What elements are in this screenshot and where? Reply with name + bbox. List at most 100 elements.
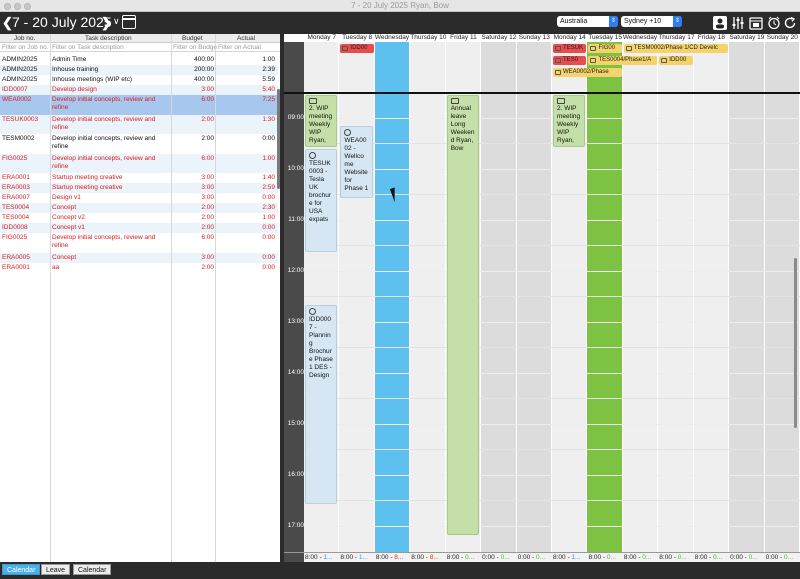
day-column[interactable]: [339, 42, 374, 552]
task-row[interactable]: WEA0002 Develop initial concepts, review …: [0, 95, 278, 115]
half-hour-line: [304, 117, 800, 119]
day-header[interactable]: Friday 11: [445, 34, 482, 42]
actual-cell: 1:40: [262, 174, 275, 181]
task-row[interactable]: IDD0007 Develop design 3:00 5:40: [0, 85, 278, 95]
day-column[interactable]: [481, 42, 516, 552]
day-header[interactable]: Thursday 10: [410, 34, 446, 42]
day-column[interactable]: [729, 42, 764, 552]
allday-event[interactable]: IDD00: [659, 56, 693, 65]
calendar-event[interactable]: TESUK 0003 - Tesla UK brochure for USA e…: [305, 149, 338, 252]
calendar-event[interactable]: 2. WIP meeting Weekly WIP Ryan,: [553, 95, 586, 147]
task-row[interactable]: ADMIN2025 Inhouse meetings (WIP etc) 400:0…: [0, 75, 278, 85]
day-total-status: 1...: [358, 554, 368, 561]
allday-event[interactable]: TES0: [553, 56, 587, 65]
bottom-tab[interactable]: Calendar: [2, 564, 41, 575]
day-column[interactable]: [410, 42, 445, 552]
task-list-scrollbar[interactable]: [277, 89, 280, 189]
hour-line: [304, 143, 800, 144]
day-total: 8:00 - 0...: [445, 552, 482, 562]
day-header[interactable]: Monday 14: [552, 34, 588, 42]
calendar-event[interactable]: IDD0007 - Planning Brochur e Phase 1 DES…: [305, 304, 338, 504]
calendar-event[interactable]: Annual leave Long Weeken d Ryan, Bow: [446, 95, 480, 535]
budget-column-header[interactable]: Budget: [182, 34, 203, 43]
timezone-select[interactable]: Sydney +10 ⇕: [621, 16, 682, 27]
task-row[interactable]: ERA0001 Startup meeting creative 3:00 1:40: [0, 173, 278, 183]
allday-event[interactable]: TESM0002/Phase 1/CD Develc: [623, 44, 729, 53]
day-header[interactable]: Thursday 17: [658, 34, 694, 42]
refresh-icon[interactable]: [783, 16, 797, 30]
hour-label: 14:00: [287, 369, 304, 376]
day-column[interactable]: [374, 42, 410, 552]
day-header[interactable]: Monday 7: [304, 34, 340, 42]
hour-label: 13:00: [287, 318, 304, 325]
task-row[interactable]: ADMIN2025 Inhouse training 200:00 2:39: [0, 65, 278, 75]
task-row[interactable]: TESM0002 Develop initial concepts, review…: [0, 134, 278, 154]
sliders-icon[interactable]: [731, 16, 745, 30]
actual-filter-input[interactable]: Filter on Actual: [218, 43, 261, 52]
allday-event[interactable]: WEA0002/Phase: [553, 68, 622, 77]
day-column[interactable]: [587, 42, 622, 552]
task-row[interactable]: ERA0003 Startup meeting creative 3:00 2:59: [0, 183, 278, 193]
task-cell: Startup meeting creative: [52, 174, 123, 181]
alarm-clock-icon[interactable]: [767, 16, 781, 30]
calendar-day-icon[interactable]: [749, 16, 763, 30]
day-column[interactable]: [516, 42, 551, 552]
budget-cell: 2:00: [201, 135, 214, 142]
task-row[interactable]: TESUK0003 Develop initial concepts, revie…: [0, 114, 278, 134]
task-row[interactable]: ERA0005 Concept 3:00 0:00: [0, 252, 278, 263]
budget-filter-input[interactable]: Filter on Budge: [173, 43, 217, 52]
range-dropdown-caret[interactable]: ∨: [113, 16, 120, 27]
job-column-header[interactable]: Job no.: [14, 34, 35, 43]
task-row[interactable]: TES0004 Concept v2 2:00 1:00: [0, 213, 278, 223]
day-header[interactable]: Tuesday 15: [587, 34, 623, 42]
task-row[interactable]: ADMIN2025 Admin Time 400:00 1:00: [0, 55, 278, 65]
next-period-button[interactable]: ❯: [101, 15, 112, 31]
title-bar: 7 - 20 July 2025 Ryan, Bow: [0, 0, 800, 12]
person-icon[interactable]: [713, 16, 727, 30]
actual-column-header[interactable]: Actual: [237, 34, 255, 43]
bottom-tab[interactable]: Leave: [41, 564, 71, 575]
calendar-event[interactable]: 2. WIP meeting Weekly WIP Ryan,: [305, 95, 338, 147]
task-row[interactable]: ERA0001 aa 2:00 0:00: [0, 262, 278, 273]
day-total: 0:00 - 0...: [764, 552, 800, 562]
calendar-picker-icon[interactable]: [122, 15, 136, 29]
hour-label: 15:00: [287, 420, 304, 427]
day-header[interactable]: Friday 18: [693, 34, 730, 42]
task-column-header[interactable]: Task description: [85, 34, 132, 43]
allday-event[interactable]: TES0004/Phase1/A: [588, 56, 658, 65]
hour-label: 10:00: [287, 165, 304, 172]
day-header[interactable]: Saturday 12: [481, 34, 517, 42]
bottom-tab[interactable]: Calendar: [73, 564, 112, 575]
allday-event[interactable]: IDD00: [340, 44, 374, 53]
task-row[interactable]: IDD0008 Concept v1 2:00 0:00: [0, 223, 278, 233]
task-filter-input[interactable]: Filter on Task description: [52, 43, 124, 52]
job-cell: ADMIN2025: [2, 56, 38, 63]
task-row[interactable]: FIG0025 Develop initial concepts, review …: [0, 153, 278, 173]
day-total-time: 8:00 -: [340, 554, 359, 561]
task-row[interactable]: FIG0025 Develop initial concepts, review …: [0, 233, 278, 253]
task-row[interactable]: TES0004 Concept 2:00 2:30: [0, 203, 278, 213]
allday-event[interactable]: FIG00: [588, 44, 622, 53]
day-column[interactable]: [622, 42, 658, 552]
country-select[interactable]: Australia ⇕: [557, 16, 618, 27]
actual-cell: 5:59: [262, 76, 275, 83]
allday-event[interactable]: TESUK: [553, 44, 587, 53]
day-header[interactable]: Wednesday 9: [374, 34, 411, 42]
day-header[interactable]: Sunday 13: [516, 34, 552, 42]
day-header[interactable]: Saturday 19: [729, 34, 765, 42]
calendar-event[interactable]: WEA00 02 - Wellco me Website for Phase 1: [340, 126, 373, 198]
task-cell: Inhouse training: [52, 66, 99, 73]
day-header[interactable]: Sunday 20: [764, 34, 800, 42]
job-cell: TESM0002: [2, 135, 35, 142]
day-column[interactable]: [658, 42, 693, 552]
job-filter-input[interactable]: Filter on Job no.: [2, 43, 49, 52]
actual-cell: 2:39: [262, 66, 275, 73]
task-row[interactable]: ERA0007 Design v1 3:00 0:00: [0, 193, 278, 203]
calendar-scrollbar[interactable]: [794, 258, 797, 428]
day-total-time: 8:00 -: [375, 554, 395, 561]
day-column[interactable]: [693, 42, 729, 552]
day-header[interactable]: Wednesday 16: [622, 34, 659, 42]
calendar-grid: Monday 7Tuesday 8Wednesday 9Thursday 10F…: [284, 34, 800, 562]
day-header[interactable]: Tuesday 8: [339, 34, 375, 42]
actual-cell: 0:00: [262, 135, 275, 142]
